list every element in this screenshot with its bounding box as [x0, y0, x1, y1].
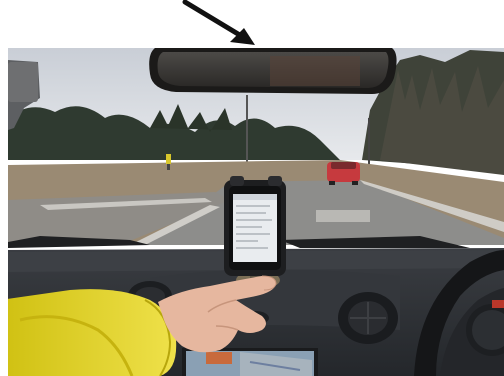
- light-pole: [246, 95, 248, 170]
- rear-view-mirror: [149, 48, 397, 94]
- left-white-border: [0, 48, 8, 376]
- side-mirror-housing: [8, 62, 38, 102]
- road-marking: [316, 210, 370, 222]
- scene-svg: [0, 0, 504, 376]
- smartphone[interactable]: [229, 186, 281, 270]
- photo-scene: [0, 0, 504, 376]
- red-car: [327, 162, 360, 185]
- phone-screen[interactable]: [233, 194, 277, 262]
- air-vent-right: [338, 292, 398, 344]
